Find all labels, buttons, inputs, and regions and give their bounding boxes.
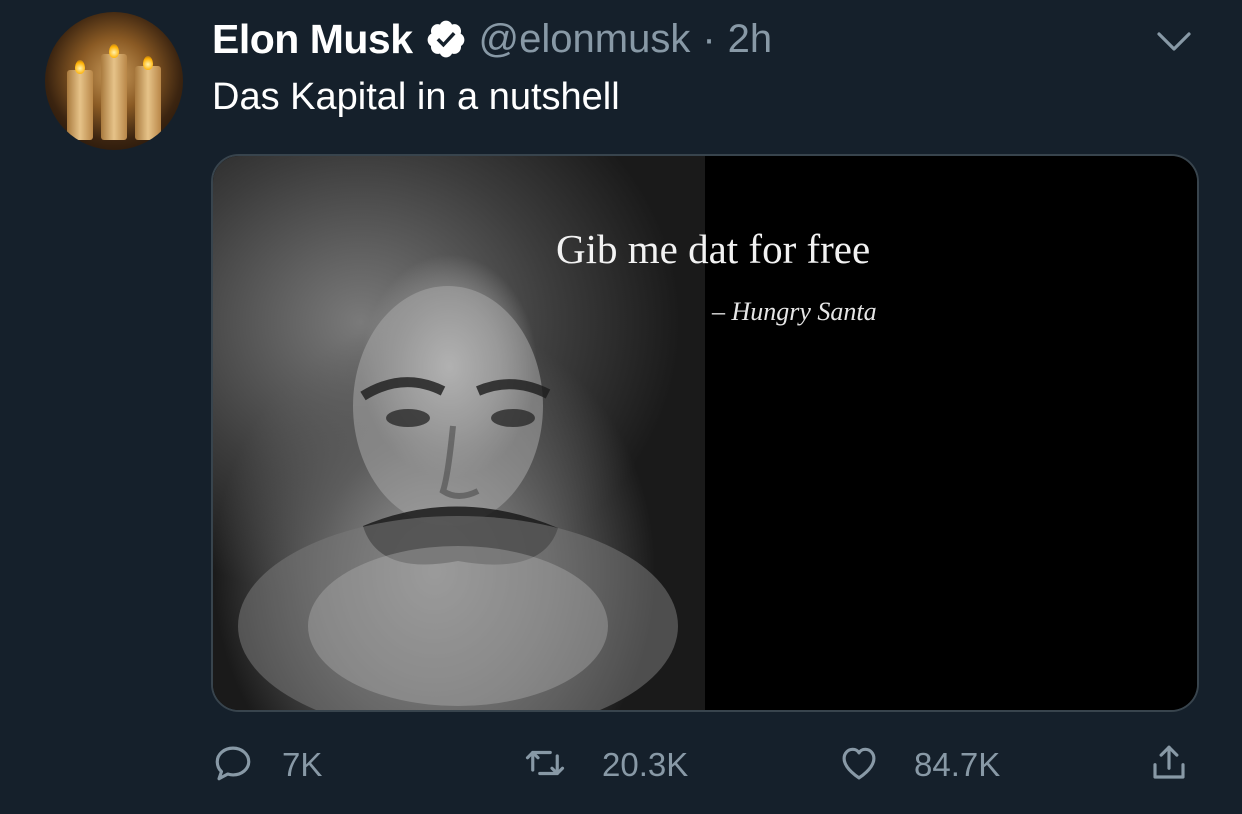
reply-button[interactable]: 7K xyxy=(212,742,322,788)
verified-badge-icon xyxy=(425,18,467,60)
chevron-down-icon[interactable] xyxy=(1155,26,1193,56)
author-handle[interactable]: @elonmusk xyxy=(479,17,691,62)
avatar-flame xyxy=(109,44,119,58)
reply-icon xyxy=(212,742,254,789)
heart-icon xyxy=(838,742,880,789)
image-quote-attribution: – Hungry Santa xyxy=(712,297,877,326)
tweet-text: Das Kapital in a nutshell xyxy=(212,76,620,118)
avatar[interactable] xyxy=(45,12,183,150)
share-button[interactable] xyxy=(1148,742,1190,788)
image-quote-text: Gib me dat for free xyxy=(556,226,871,272)
avatar-candle xyxy=(67,70,93,140)
avatar-flame xyxy=(143,56,153,70)
tweet-actions-bar: 7K 20.3K 84.7K xyxy=(0,742,1242,788)
retweet-count: 20.3K xyxy=(602,746,689,783)
avatar-candle xyxy=(101,54,127,140)
author-name[interactable]: Elon Musk xyxy=(212,16,413,63)
separator-dot: · xyxy=(702,16,716,61)
share-icon xyxy=(1148,742,1190,789)
tweet-timestamp[interactable]: 2h xyxy=(728,17,773,62)
avatar-flame xyxy=(75,60,85,74)
reply-count: 7K xyxy=(282,746,323,783)
like-count: 84.7K xyxy=(914,746,1001,783)
retweet-icon xyxy=(524,742,566,789)
tweet-header: Elon Musk @elonmusk · 2h xyxy=(212,14,772,64)
avatar-candle xyxy=(135,66,161,140)
like-button[interactable]: 84.7K xyxy=(838,742,1000,788)
retweet-button[interactable]: 20.3K xyxy=(524,742,688,788)
